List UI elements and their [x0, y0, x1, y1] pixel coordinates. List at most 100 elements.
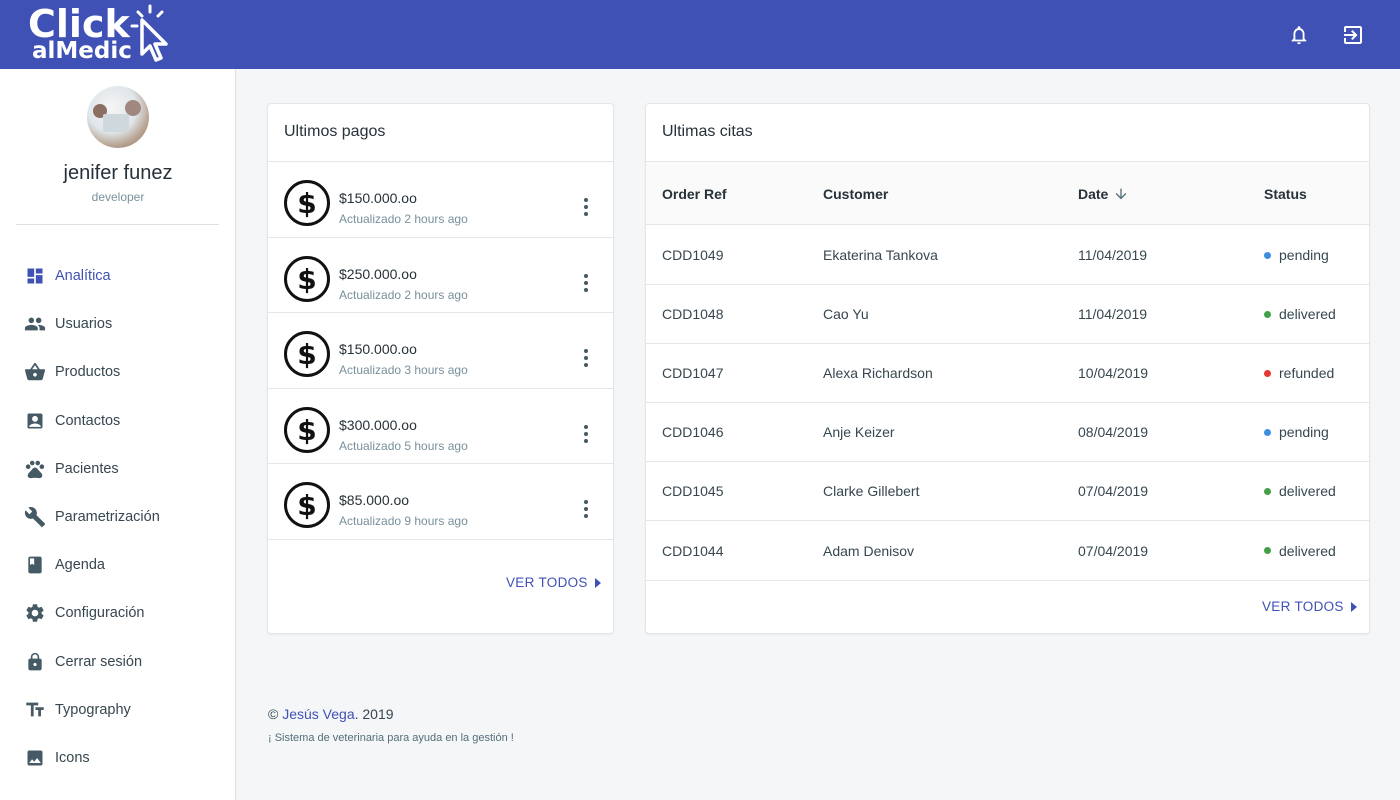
- dollar-circle-icon: $: [284, 331, 330, 378]
- customer-cell: Ekaterina Tankova: [823, 247, 938, 263]
- column-header-date-label: Date: [1078, 186, 1109, 202]
- author-link[interactable]: Jesús Vega: [282, 706, 354, 722]
- arrow-right-icon: [594, 577, 601, 588]
- contact-card-icon: [24, 410, 46, 432]
- sidebar-item-productos[interactable]: Productos: [0, 348, 236, 396]
- status-badge: delivered: [1279, 483, 1336, 500]
- sidebar-item-cerrar-sesion[interactable]: Cerrar sesión: [0, 638, 236, 686]
- sidebar-item-agenda[interactable]: Agenda: [0, 541, 236, 589]
- image-icon: [24, 747, 46, 769]
- more-options-button[interactable]: [576, 272, 596, 294]
- sidebar-item-parametrizacion[interactable]: Parametrización: [0, 493, 236, 541]
- status-cell: pending: [1264, 424, 1329, 440]
- avatar[interactable]: [87, 86, 149, 148]
- order-ref-cell: CDD1047: [662, 365, 724, 382]
- payment-updated: Actualizado 9 hours ago: [339, 514, 468, 529]
- gear-icon: [24, 602, 46, 624]
- status-badge: delivered: [1279, 306, 1336, 323]
- payment-item: $ $250.000.oo Actualizado 2 hours ago: [268, 238, 613, 314]
- svg-text:$: $: [297, 489, 316, 522]
- notifications-button[interactable]: [1286, 22, 1312, 48]
- status-badge: pending: [1279, 424, 1329, 441]
- order-ref-cell: CDD1044: [662, 542, 724, 559]
- card-title: Ultimas citas: [662, 123, 753, 140]
- arrow-right-icon: [1350, 601, 1357, 612]
- sidebar-item-configuracion[interactable]: Configuración: [0, 589, 236, 637]
- dollar-circle-icon: $: [284, 482, 330, 529]
- status-cell: delivered: [1264, 543, 1336, 559]
- more-options-button[interactable]: [576, 347, 596, 369]
- sidebar-item-label: Icons: [55, 749, 90, 766]
- sidebar-item-label: Configuración: [55, 605, 145, 622]
- sidebar-item-label: Pacientes: [55, 460, 119, 477]
- sidebar: jenifer funez developer Analítica Usuari…: [0, 69, 236, 800]
- payments-list: $ $150.000.oo Actualizado 2 hours ago $ $250…: [268, 162, 613, 540]
- sidebar-item-label: Analítica: [55, 268, 111, 285]
- date-cell: 07/04/2019: [1078, 483, 1149, 500]
- status-dot: [1264, 251, 1271, 259]
- column-header-date[interactable]: Date: [1078, 186, 1129, 202]
- more-options-button[interactable]: [576, 423, 596, 445]
- svg-text:$: $: [297, 263, 316, 296]
- lock-icon: [24, 651, 46, 673]
- book-icon: [24, 554, 46, 576]
- sidebar-item-icons[interactable]: Icons: [0, 734, 236, 782]
- payment-amount: $300.000.oo: [339, 416, 417, 433]
- view-all-payments-button[interactable]: VER TODOS: [506, 575, 602, 590]
- sidebar-divider: [16, 224, 219, 225]
- sidebar-item-contactos[interactable]: Contactos: [0, 397, 236, 445]
- column-header-status[interactable]: Status: [1264, 186, 1307, 202]
- user-role: developer: [91, 190, 145, 204]
- svg-text:$: $: [297, 187, 316, 220]
- sidebar-item-label: Typography: [55, 701, 131, 718]
- payment-item: $ $150.000.oo Actualizado 3 hours ago: [268, 313, 613, 389]
- table-row[interactable]: CDD1044 Adam Denisov 07/04/2019 delivered: [646, 522, 1369, 581]
- payment-item: $ $85.000.oo Actualizado 9 hours ago: [268, 464, 613, 540]
- payment-updated: Actualizado 5 hours ago: [339, 438, 468, 453]
- column-header-customer[interactable]: Customer: [823, 186, 888, 202]
- date-cell: 08/04/2019: [1078, 424, 1149, 441]
- footer-tagline: ¡ Sistema de veterinaria para ayuda en l…: [268, 732, 514, 744]
- sidebar-item-analitica[interactable]: Analítica: [0, 252, 236, 300]
- dashboard-icon: [24, 265, 46, 287]
- payment-updated: Actualizado 2 hours ago: [339, 287, 468, 302]
- paw-icon: [24, 458, 46, 480]
- view-all-appointments-button[interactable]: VER TODOS: [1262, 599, 1358, 614]
- payment-amount: $150.000.oo: [339, 341, 417, 358]
- more-options-button[interactable]: [576, 498, 596, 520]
- table-row[interactable]: CDD1049 Ekaterina Tankova 11/04/2019 pendin…: [646, 226, 1369, 285]
- column-header-order-ref[interactable]: Order Ref: [662, 186, 727, 202]
- status-cell: delivered: [1264, 483, 1336, 499]
- sidebar-nav: Analítica Usuarios Productos Contactos P…: [0, 252, 236, 782]
- status-badge: pending: [1279, 247, 1329, 263]
- user-name: jenifer funez: [63, 162, 173, 184]
- status-dot: [1264, 369, 1271, 377]
- more-vert-icon: [584, 424, 588, 443]
- sidebar-item-label: Contactos: [55, 412, 121, 429]
- table-row[interactable]: CDD1045 Clarke Gillebert 07/04/2019 deliver…: [646, 462, 1369, 522]
- table-row[interactable]: CDD1048 Cao Yu 11/04/2019 delivered: [646, 285, 1369, 345]
- more-vert-icon: [584, 349, 588, 368]
- bell-icon: [1291, 26, 1307, 45]
- top-app-bar: Click alMedic: [0, 0, 1400, 69]
- people-icon: [24, 313, 46, 335]
- date-cell: 07/04/2019: [1078, 542, 1149, 559]
- payment-item: $ $150.000.oo Actualizado 2 hours ago: [268, 162, 613, 238]
- text-fields-icon: [24, 699, 46, 721]
- table-row[interactable]: CDD1046 Anje Keizer 08/04/2019 pending: [646, 403, 1369, 463]
- sidebar-item-pacientes[interactable]: Pacientes: [0, 445, 236, 493]
- more-vert-icon: [584, 198, 588, 216]
- sidebar-item-usuarios[interactable]: Usuarios: [0, 300, 236, 348]
- footer-year: . 2019: [354, 706, 394, 722]
- shopping-basket-icon: [24, 361, 46, 383]
- sidebar-item-typography[interactable]: Typography: [0, 686, 236, 734]
- logout-button[interactable]: [1340, 22, 1366, 48]
- brand-logo[interactable]: Click alMedic: [26, 2, 176, 66]
- payment-updated: Actualizado 3 hours ago: [339, 363, 468, 378]
- order-ref-cell: CDD1046: [662, 424, 724, 441]
- latest-payments-card: Ultimos pagos $ $150.000.oo Actualizado 2 …: [267, 103, 614, 634]
- wrench-icon: [24, 506, 46, 528]
- more-options-button[interactable]: [576, 196, 596, 218]
- table-row[interactable]: CDD1047 Alexa Richardson 10/04/2019 refunde…: [646, 344, 1369, 404]
- sidebar-item-label: Usuarios: [55, 316, 113, 333]
